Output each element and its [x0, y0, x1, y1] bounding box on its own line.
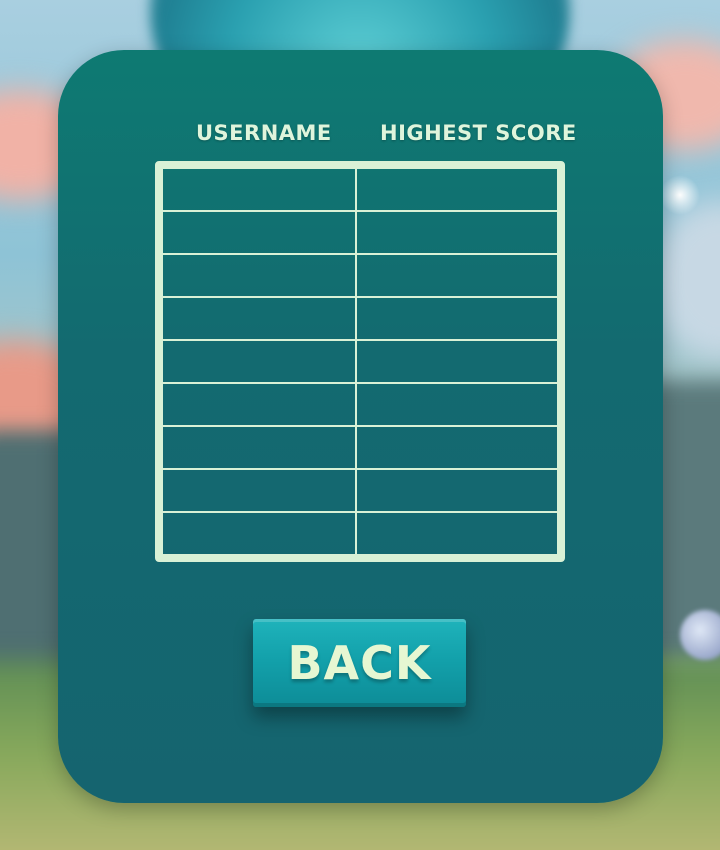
- score-cell: [357, 212, 557, 253]
- table-row: [163, 511, 557, 554]
- table-row: [163, 210, 557, 253]
- score-cell: [357, 427, 557, 468]
- table-row: [163, 169, 557, 210]
- username-cell: [163, 298, 357, 339]
- leaderboard-table: [155, 161, 565, 562]
- username-cell: [163, 470, 357, 511]
- score-cell: [357, 169, 557, 210]
- username-column-header: USERNAME: [196, 121, 332, 145]
- username-cell: [163, 427, 357, 468]
- table-row: [163, 468, 557, 511]
- highest-score-column-header: HIGHEST SCORE: [380, 121, 577, 145]
- username-cell: [163, 341, 357, 382]
- table-row: [163, 425, 557, 468]
- score-cell: [357, 298, 557, 339]
- username-cell: [163, 255, 357, 296]
- score-cell: [357, 513, 557, 554]
- table-row: [163, 382, 557, 425]
- username-cell: [163, 212, 357, 253]
- score-cell: [357, 341, 557, 382]
- score-cell: [357, 470, 557, 511]
- score-cell: [357, 384, 557, 425]
- username-cell: [163, 169, 357, 210]
- back-button[interactable]: BACK: [253, 619, 466, 707]
- table-row: [163, 339, 557, 382]
- username-cell: [163, 384, 357, 425]
- star-sparkle-icon: [660, 175, 700, 215]
- score-cell: [357, 255, 557, 296]
- username-cell: [163, 513, 357, 554]
- table-row: [163, 296, 557, 339]
- table-row: [163, 253, 557, 296]
